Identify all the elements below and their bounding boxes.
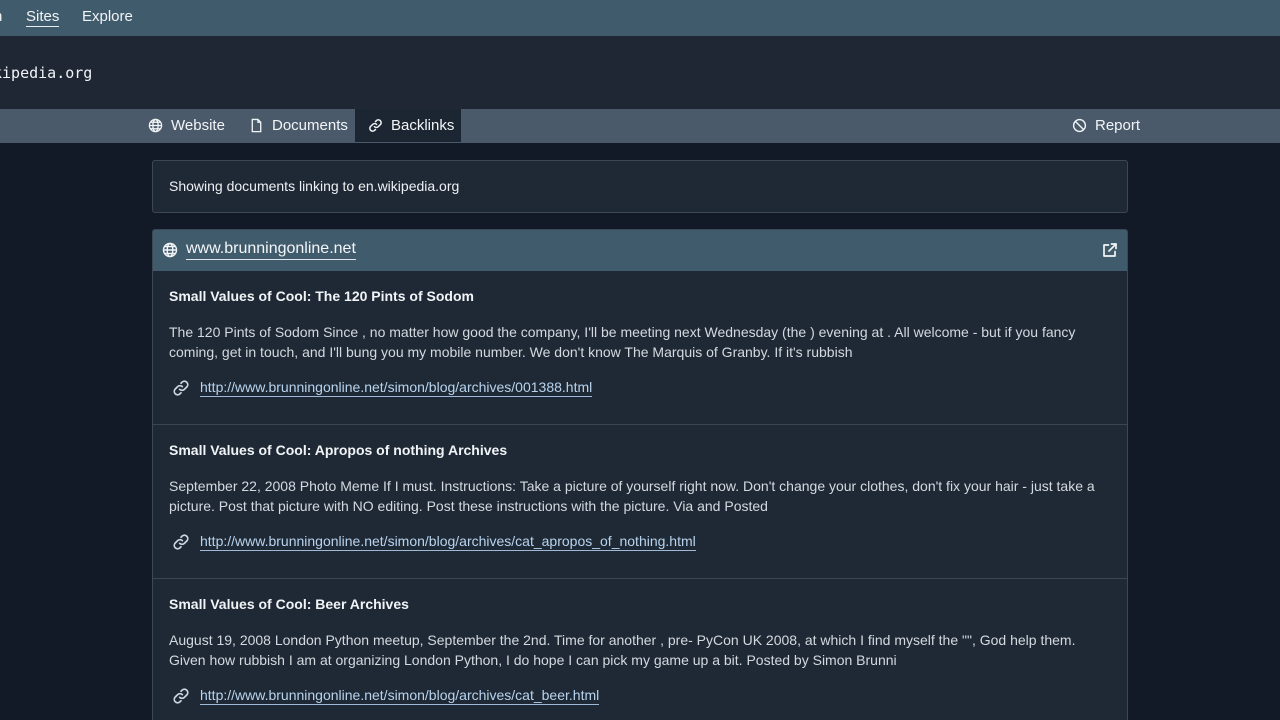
tab-documents[interactable]: Documents — [249, 109, 348, 142]
entry-snippet: The 120 Pints of Sodom Since , no matter… — [169, 324, 1076, 360]
backlink-entry: Small Values of Cool: Apropos of nothing… — [153, 425, 1127, 579]
entry-title: Small Values of Cool: Beer Archives — [169, 596, 409, 612]
entry-url-link[interactable]: http://www.brunningonline.net/simon/blog… — [200, 379, 593, 397]
document-icon — [251, 118, 262, 133]
globe-icon — [148, 118, 163, 133]
link-icon — [173, 688, 189, 704]
link-icon — [173, 380, 189, 396]
entry-title: Small Values of Cool: Apropos of nothing… — [169, 442, 508, 458]
nav-sites-link[interactable]: Sites — [26, 8, 60, 27]
nav-item-clipped[interactable]: n — [0, 8, 2, 25]
entry-snippet: August 19, 2008 London Python meetup, Se… — [169, 632, 1076, 668]
external-link-icon[interactable] — [1101, 241, 1119, 259]
site-card-header: www.brunningonline.net — [153, 230, 1127, 271]
tab-documents-label: Documents — [272, 117, 348, 134]
domain-title: kipedia.org — [0, 64, 93, 82]
top-navigation: n Sites Explore — [0, 0, 1280, 36]
backlinks-info-text: Showing documents linking to en.wikipedi… — [169, 178, 460, 194]
entry-snippet: September 22, 2008 Photo Meme If I must.… — [169, 478, 1095, 514]
tab-bar: Website Documents Backlinks Report — [0, 109, 1280, 143]
ban-icon — [1072, 118, 1087, 133]
globe-icon — [162, 242, 178, 258]
entry-url-link[interactable]: http://www.brunningonline.net/simon/blog… — [200, 533, 696, 551]
nav-explore-link[interactable]: Explore — [82, 8, 133, 25]
backlink-entry: Small Values of Cool: The 120 Pints of S… — [153, 271, 1127, 425]
report-button[interactable]: Report — [1072, 109, 1140, 142]
entry-url-row: http://www.brunningonline.net/simon/blog… — [172, 533, 696, 551]
link-icon — [173, 534, 189, 550]
report-label: Report — [1095, 117, 1141, 134]
entry-title: Small Values of Cool: The 120 Pints of S… — [169, 288, 474, 304]
link-icon — [369, 119, 382, 132]
backlink-entry: Small Values of Cool: Beer Archives Augu… — [153, 579, 1127, 720]
tab-backlinks-label: Backlinks — [391, 117, 455, 134]
domain-header: kipedia.org — [0, 36, 1280, 109]
backlinks-info-box: Showing documents linking to en.wikipedi… — [152, 160, 1128, 213]
tab-backlinks[interactable]: Backlinks — [355, 109, 461, 142]
entry-url-row: http://www.brunningonline.net/simon/blog… — [172, 379, 593, 397]
site-card: www.brunningonline.net Small Values of C… — [152, 229, 1128, 720]
tab-website-label: Website — [171, 117, 225, 134]
tab-website[interactable]: Website — [148, 109, 225, 142]
site-name-link[interactable]: www.brunningonline.net — [186, 240, 356, 260]
entry-url-link[interactable]: http://www.brunningonline.net/simon/blog… — [200, 687, 600, 705]
entry-url-row: http://www.brunningonline.net/simon/blog… — [172, 687, 600, 705]
